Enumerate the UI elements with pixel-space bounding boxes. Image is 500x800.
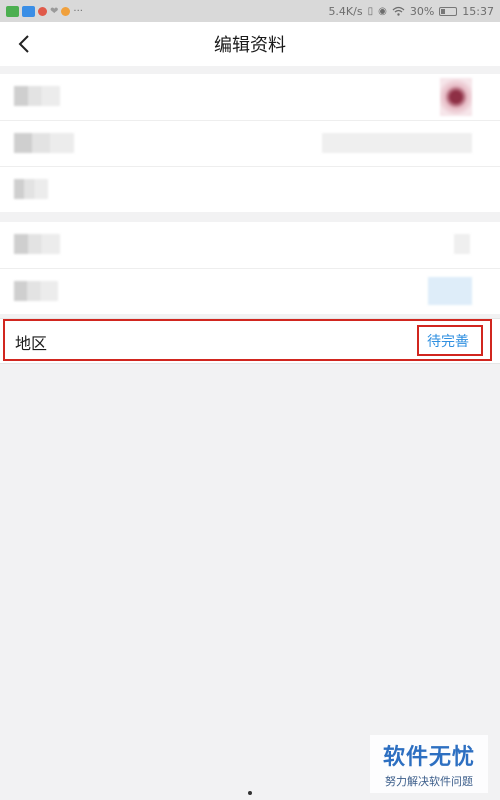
list-item-nickname[interactable] [0, 120, 500, 166]
list-item-hometown[interactable] [0, 268, 500, 314]
nav-bar: 编辑资料 [0, 22, 500, 66]
battery-percent: 30% [409, 4, 435, 18]
region-label: 地区 [15, 334, 48, 353]
battery-level [441, 8, 446, 14]
clock: 15:37 [462, 4, 494, 18]
eye-icon: ◉ [378, 5, 387, 17]
obscured-label [14, 234, 60, 254]
watermark-title: 软件无忧 [382, 745, 475, 770]
more-dots-icon: ··· [73, 5, 83, 17]
page-indicator-dot [248, 791, 252, 795]
list-item-gender[interactable] [0, 166, 500, 212]
watermark-subtitle: 努力解决软件问题 [385, 775, 473, 788]
region-value-link[interactable]: 待完善 [427, 331, 469, 351]
obscured-value [428, 277, 472, 305]
obscured-label [14, 179, 48, 199]
heart-icon: ❤ [50, 5, 59, 17]
page-title: 编辑资料 [214, 35, 286, 56]
vibrate-icon: ▯ [367, 5, 374, 17]
obscured-avatar [440, 78, 472, 116]
obscured-value [322, 133, 472, 153]
status-bar-notification-icons: ❤ ··· [6, 5, 83, 17]
battery-icon [439, 6, 458, 16]
app-blue-icon [22, 5, 35, 17]
obscured-label [14, 281, 58, 301]
back-button[interactable] [10, 30, 38, 58]
list-item-birthday[interactable] [0, 222, 500, 268]
status-bar: ❤ ··· 5.4K/s ▯ ◉ 30% 15:37 [0, 0, 500, 22]
obscured-value [454, 234, 470, 254]
list-item-avatar[interactable] [0, 74, 500, 120]
obscured-label [14, 133, 74, 153]
obscured-label [14, 86, 60, 106]
app-green-icon [6, 5, 19, 17]
network-speed: 5.4K/s [328, 4, 363, 18]
profile-group-basic [0, 74, 500, 212]
profile-group-extra [0, 222, 500, 314]
app-orange-icon [61, 6, 71, 16]
watermark: 软件无忧 努力解决软件问题 [370, 735, 488, 793]
chevron-left-icon [18, 35, 29, 53]
app-red-icon [38, 6, 47, 16]
wifi-icon [392, 6, 405, 16]
